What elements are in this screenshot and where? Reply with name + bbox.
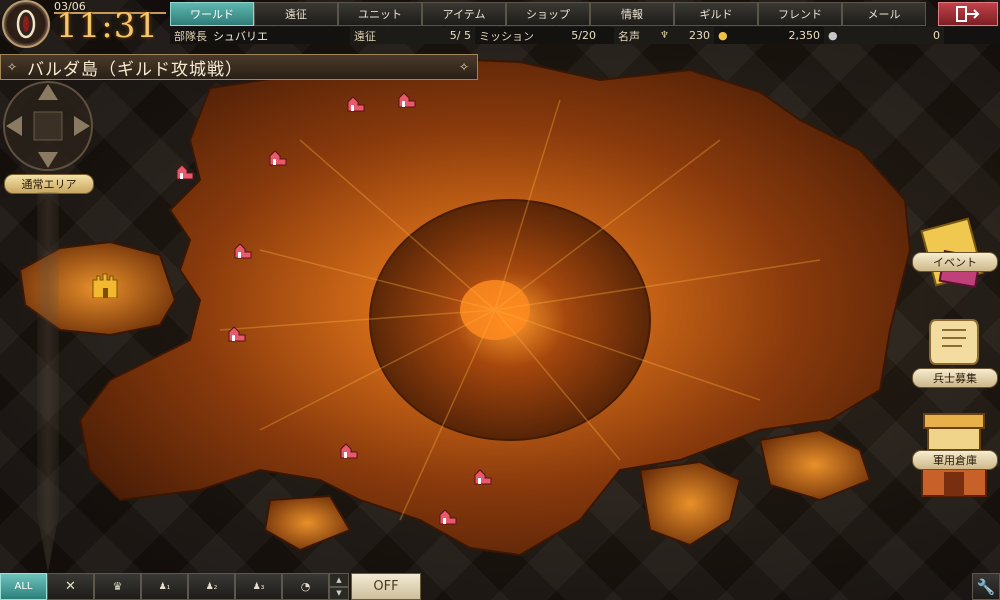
map-filter-bar: ALL ✕ ♛ ♟₁ ♟₂ ♟₃ ◔ ▲ ▼ OFF (0, 573, 424, 600)
territory-marker-icon[interactable] (228, 326, 246, 342)
tab-shop[interactable]: ショップ (506, 2, 590, 26)
orb-icon: ● (828, 29, 838, 42)
warehouse-button-label: 軍用倉庫 (912, 450, 998, 470)
guild-emblem-icon[interactable] (2, 0, 50, 48)
event-button[interactable]: イベント (910, 214, 998, 292)
tab-expedition[interactable]: 遠征 (254, 2, 338, 26)
settings-button[interactable]: 🔧 (972, 573, 1000, 600)
stepper-up-icon[interactable]: ▲ (329, 573, 349, 587)
tab-friend[interactable]: フレンド (758, 2, 842, 26)
territory-marker-icon[interactable] (340, 443, 358, 459)
top-bar: ワールド 遠征 ユニット アイテム ショップ 情報 ギルド フレンド メール 部… (170, 0, 1000, 46)
expedition-label: 遠征 (354, 29, 376, 43)
territory-marker-icon[interactable] (398, 92, 416, 108)
tab-info[interactable]: 情報 (590, 2, 674, 26)
tab-unit[interactable]: ユニット (338, 2, 422, 26)
recruit-scroll-icon (929, 319, 979, 365)
orb-value: 0 (933, 29, 940, 42)
logout-button[interactable] (938, 2, 998, 26)
expedition-count: 5/ 5 (449, 29, 471, 42)
territory-marker-icon[interactable] (439, 509, 457, 525)
mission-label: ミッション (479, 29, 534, 43)
map-scroll-dpad (0, 78, 96, 174)
filter-all-button[interactable]: ALL (0, 573, 47, 600)
event-button-label: イベント (912, 252, 998, 272)
filter-castle-button[interactable]: ♛ (94, 573, 141, 600)
ornament-left-icon: ✧ (7, 60, 18, 74)
normal-area-button[interactable]: 通常エリア (4, 174, 94, 194)
territory-marker-icon[interactable] (234, 243, 252, 259)
world-map[interactable] (0, 0, 1000, 600)
recruit-button-label: 兵士募集 (912, 368, 998, 388)
unit-leader-label: 部隊長 (174, 29, 207, 43)
stepper-down-icon[interactable]: ▼ (329, 586, 349, 600)
clock-panel: 03/06 11:31 (0, 0, 168, 48)
territory-marker-icon[interactable] (176, 164, 194, 180)
tab-mail[interactable]: メール (842, 2, 926, 26)
tab-item[interactable]: アイテム (422, 2, 506, 26)
tab-guild[interactable]: ギルド (674, 2, 758, 26)
soldier-1-icon: ♟₁ (158, 581, 171, 592)
recruit-button[interactable]: 兵士募集 (910, 316, 998, 394)
fame-label: 名声 (618, 29, 640, 43)
crown-icon: ♛ (112, 580, 123, 593)
warehouse-button[interactable]: 軍用倉庫 (910, 410, 998, 497)
map-title-banner: ✧ バルダ島（ギルド攻城戦） ✧ (0, 54, 478, 80)
off-toggle-button[interactable]: OFF (351, 573, 421, 600)
filter-stepper[interactable]: ▲ ▼ (329, 573, 349, 600)
filter-unit2-button[interactable]: ♟₂ (188, 573, 235, 600)
filter-unit3-button[interactable]: ♟₃ (235, 573, 282, 600)
mission-count: 5/20 (571, 29, 596, 42)
clock-icon: ◔ (300, 580, 311, 593)
filter-clock-button[interactable]: ◔ (282, 573, 329, 600)
crossed-swords-icon: ✕ (65, 579, 76, 594)
wrench-icon: 🔧 (976, 577, 996, 596)
gold-value: 2,350 (788, 29, 821, 42)
castle-icon[interactable] (90, 270, 120, 298)
tab-world[interactable]: ワールド (170, 2, 254, 26)
unit-leader-name: シュバリエ (213, 29, 268, 43)
fame-value: 230 (689, 29, 710, 42)
gold-icon: ● (718, 29, 728, 42)
territory-marker-icon[interactable] (474, 469, 492, 485)
main-tabs: ワールド 遠征 ユニット アイテム ショップ 情報 ギルド フレンド メール (170, 2, 926, 26)
map-title: バルダ島（ギルド攻城戦） (27, 59, 243, 80)
territory-marker-icon[interactable] (269, 150, 287, 166)
soldier-3-icon: ♟₃ (252, 581, 265, 592)
ornament-right-icon: ✧ (458, 60, 469, 74)
filter-unit1-button[interactable]: ♟₁ (141, 573, 188, 600)
clock-time: 11:31 (56, 6, 159, 46)
soldier-2-icon: ♟₂ (205, 581, 218, 592)
exit-icon (956, 6, 980, 22)
filter-battle-button[interactable]: ✕ (47, 573, 94, 600)
territory-marker-icon[interactable] (347, 96, 365, 112)
status-row: 部隊長 シュバリエ 遠征 5/ 5 ミッション 5/20 名声 ♆ 230 ● … (170, 27, 1000, 44)
fame-icon: ♆ (660, 30, 669, 41)
island-map-graphic (18, 56, 912, 557)
